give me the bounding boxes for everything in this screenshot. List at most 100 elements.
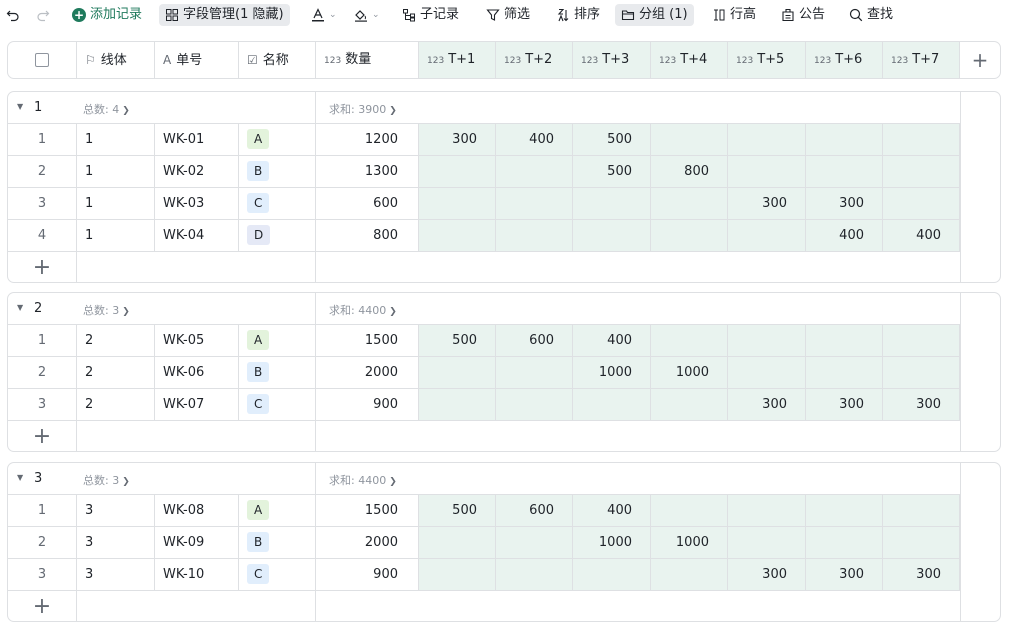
cell-t3[interactable]: 400 bbox=[573, 495, 651, 526]
collapse-triangle-icon[interactable]: ▼ bbox=[17, 303, 23, 312]
cell-qty[interactable]: 1200 bbox=[316, 124, 419, 155]
cell-line[interactable]: 2 bbox=[77, 325, 155, 356]
cell-name[interactable]: D bbox=[239, 220, 316, 251]
cell-t6[interactable]: 300 bbox=[806, 559, 883, 590]
cell-order[interactable]: WK-06 bbox=[155, 357, 239, 388]
cell-t3[interactable]: 1000 bbox=[573, 527, 651, 558]
cell-t2[interactable]: 400 bbox=[496, 124, 573, 155]
cell-line[interactable]: 1 bbox=[77, 188, 155, 219]
column-header-t5[interactable]: 123 T+5 bbox=[728, 42, 806, 78]
cell-t2[interactable] bbox=[496, 389, 573, 420]
cell-t2[interactable]: 600 bbox=[496, 495, 573, 526]
row-height-button[interactable]: 行高 bbox=[712, 4, 756, 26]
column-header-line[interactable]: ⚐ 线体 bbox=[77, 42, 155, 78]
cell-t2[interactable] bbox=[496, 188, 573, 219]
cell-t5[interactable] bbox=[728, 495, 806, 526]
cell-line[interactable]: 3 bbox=[77, 495, 155, 526]
cell-t3[interactable]: 400 bbox=[573, 325, 651, 356]
column-header-t6[interactable]: 123 T+6 bbox=[806, 42, 883, 78]
cell-qty[interactable]: 2000 bbox=[316, 527, 419, 558]
cell-order[interactable]: WK-02 bbox=[155, 156, 239, 187]
cell-name[interactable]: B bbox=[239, 357, 316, 388]
cell-qty[interactable]: 900 bbox=[316, 389, 419, 420]
cell-name[interactable]: C bbox=[239, 389, 316, 420]
collapse-triangle-icon[interactable]: ▼ bbox=[17, 473, 23, 482]
cell-t7[interactable] bbox=[883, 357, 960, 388]
cell-line[interactable]: 2 bbox=[77, 389, 155, 420]
undo-button[interactable] bbox=[6, 4, 20, 26]
cell-t3[interactable] bbox=[573, 220, 651, 251]
cell-qty[interactable]: 900 bbox=[316, 559, 419, 590]
cell-line[interactable]: 1 bbox=[77, 156, 155, 187]
cell-t1[interactable]: 500 bbox=[419, 325, 496, 356]
cell-t5[interactable] bbox=[728, 124, 806, 155]
cell-qty[interactable]: 600 bbox=[316, 188, 419, 219]
table-row[interactable]: 2 3 WK-09 B 2000 1000 1000 bbox=[8, 527, 960, 559]
column-header-t1[interactable]: 123 T+1 bbox=[419, 42, 496, 78]
cell-t2[interactable] bbox=[496, 357, 573, 388]
group-header[interactable]: ▼ 2 总数: 3 ❯ 求和: 4400 ❯ bbox=[8, 293, 960, 325]
text-color-button[interactable]: ⌄ bbox=[311, 4, 337, 26]
cell-t6[interactable] bbox=[806, 357, 883, 388]
redo-button[interactable] bbox=[36, 4, 50, 26]
cell-name[interactable]: B bbox=[239, 527, 316, 558]
cell-t7[interactable] bbox=[883, 495, 960, 526]
cell-t6[interactable]: 400 bbox=[806, 220, 883, 251]
cell-name[interactable]: A bbox=[239, 325, 316, 356]
cell-t4[interactable]: 1000 bbox=[651, 527, 728, 558]
cell-t6[interactable] bbox=[806, 527, 883, 558]
cell-t4[interactable] bbox=[651, 389, 728, 420]
cell-order[interactable]: WK-03 bbox=[155, 188, 239, 219]
cell-t4[interactable]: 800 bbox=[651, 156, 728, 187]
cell-qty[interactable]: 1300 bbox=[316, 156, 419, 187]
cell-t7[interactable] bbox=[883, 325, 960, 356]
cell-t6[interactable] bbox=[806, 495, 883, 526]
cell-qty[interactable]: 1500 bbox=[316, 495, 419, 526]
cell-t1[interactable]: 300 bbox=[419, 124, 496, 155]
sort-button[interactable]: 排序 bbox=[556, 4, 600, 26]
cell-t3[interactable]: 500 bbox=[573, 156, 651, 187]
column-header-qty[interactable]: 123 数量 bbox=[316, 42, 419, 78]
cell-t2[interactable]: 600 bbox=[496, 325, 573, 356]
column-header-t3[interactable]: 123 T+3 bbox=[573, 42, 651, 78]
cell-t4[interactable]: 1000 bbox=[651, 357, 728, 388]
cell-t2[interactable] bbox=[496, 156, 573, 187]
cell-line[interactable]: 3 bbox=[77, 527, 155, 558]
table-row[interactable]: 4 1 WK-04 D 800 400 400 bbox=[8, 220, 960, 252]
sub-record-button[interactable]: 子记录 bbox=[402, 4, 459, 26]
cell-t7[interactable]: 300 bbox=[883, 559, 960, 590]
cell-t1[interactable] bbox=[419, 188, 496, 219]
fill-color-button[interactable]: ⌄ bbox=[354, 4, 380, 26]
column-header-name[interactable]: ☑ 名称 bbox=[239, 42, 316, 78]
cell-order[interactable]: WK-10 bbox=[155, 559, 239, 590]
cell-line[interactable]: 1 bbox=[77, 124, 155, 155]
group-count[interactable]: 总数: 4 ❯ bbox=[83, 101, 130, 117]
table-row[interactable]: 2 1 WK-02 B 1300 500 800 bbox=[8, 156, 960, 188]
cell-t1[interactable]: 500 bbox=[419, 495, 496, 526]
cell-t3[interactable] bbox=[573, 389, 651, 420]
cell-t4[interactable] bbox=[651, 559, 728, 590]
cell-t4[interactable] bbox=[651, 124, 728, 155]
cell-t7[interactable] bbox=[883, 188, 960, 219]
cell-order[interactable]: WK-01 bbox=[155, 124, 239, 155]
cell-t1[interactable] bbox=[419, 156, 496, 187]
cell-line[interactable]: 3 bbox=[77, 559, 155, 590]
cell-t6[interactable]: 300 bbox=[806, 389, 883, 420]
add-row-button[interactable]: + bbox=[8, 252, 77, 282]
add-row-button[interactable]: + bbox=[8, 421, 77, 451]
cell-t6[interactable] bbox=[806, 124, 883, 155]
cell-t1[interactable] bbox=[419, 527, 496, 558]
cell-t1[interactable] bbox=[419, 357, 496, 388]
collapse-triangle-icon[interactable]: ▼ bbox=[17, 102, 23, 111]
cell-t5[interactable]: 300 bbox=[728, 188, 806, 219]
cell-t7[interactable] bbox=[883, 156, 960, 187]
cell-t1[interactable] bbox=[419, 389, 496, 420]
cell-t5[interactable] bbox=[728, 156, 806, 187]
cell-order[interactable]: WK-07 bbox=[155, 389, 239, 420]
cell-t3[interactable]: 1000 bbox=[573, 357, 651, 388]
cell-name[interactable]: C bbox=[239, 559, 316, 590]
cell-t3[interactable] bbox=[573, 188, 651, 219]
cell-name[interactable]: A bbox=[239, 495, 316, 526]
add-column-button[interactable]: + bbox=[960, 42, 1000, 78]
add-row-button[interactable]: + bbox=[8, 591, 77, 621]
